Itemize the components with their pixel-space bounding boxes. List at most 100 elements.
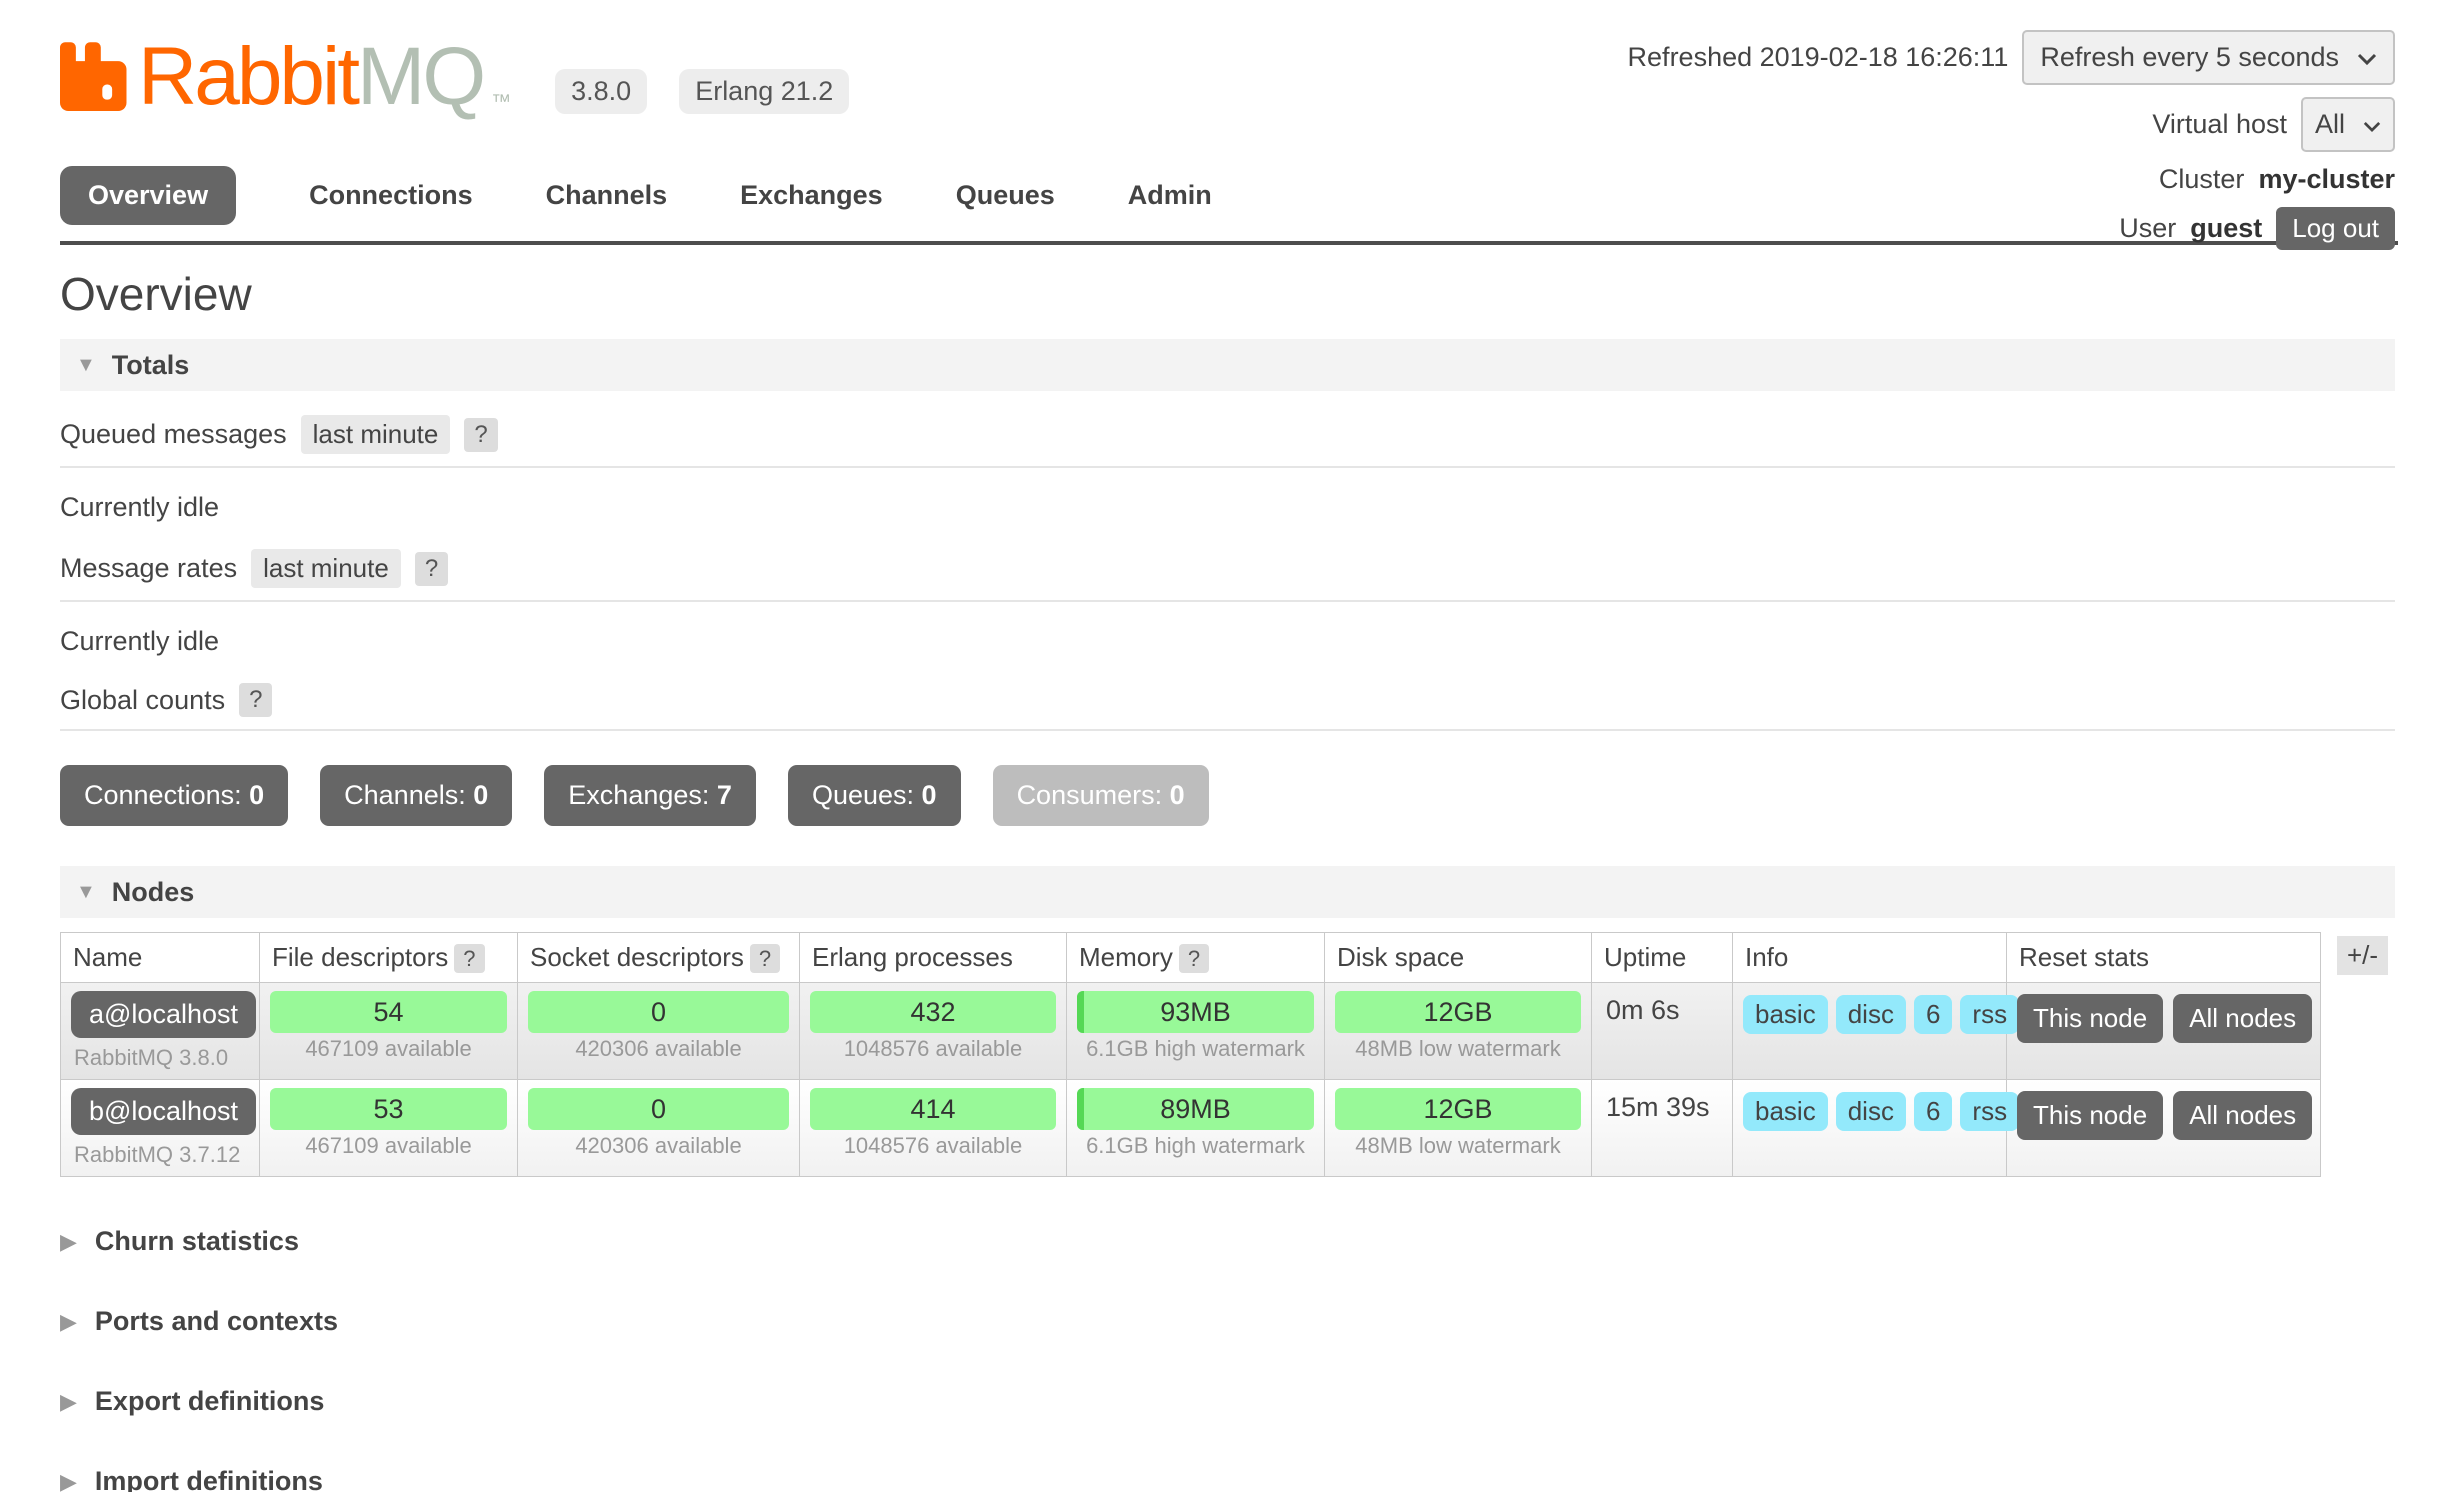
refresh-row: Refreshed 2019-02-18 16:26:11 Refresh ev… bbox=[1628, 30, 2395, 85]
socket-descriptors-bar: 0 bbox=[528, 991, 789, 1033]
help-icon[interactable]: ? bbox=[1179, 944, 1209, 973]
virtual-host-label: Virtual host bbox=[2152, 109, 2287, 140]
toggle-columns-button[interactable]: +/- bbox=[2337, 936, 2388, 975]
reset-this-node-button[interactable]: This node bbox=[2017, 994, 2163, 1043]
reset-all-nodes-button[interactable]: All nodes bbox=[2173, 1091, 2312, 1140]
tab-admin[interactable]: Admin bbox=[1128, 166, 1212, 225]
file-descriptors-bar: 53 bbox=[270, 1088, 507, 1130]
info-tag-disc: disc bbox=[1836, 1092, 1906, 1131]
collapse-triangle-icon: ▼ bbox=[76, 354, 96, 377]
file-descriptors-caption: 467109 available bbox=[270, 1133, 507, 1159]
cluster-label: Cluster bbox=[2159, 164, 2245, 195]
help-icon[interactable]: ? bbox=[454, 944, 484, 973]
main-content: Overview ▼ Totals Queued messages last m… bbox=[60, 267, 2395, 1492]
socket-descriptors-caption: 420306 available bbox=[528, 1036, 789, 1062]
help-icon[interactable]: ? bbox=[415, 552, 448, 586]
info-tag-rss: rss bbox=[1960, 995, 2019, 1034]
queued-messages-status: Currently idle bbox=[60, 492, 2395, 523]
virtual-host-row: Virtual host All bbox=[2152, 97, 2395, 152]
chevron-down-icon bbox=[2363, 109, 2381, 140]
col-file-descriptors: File descriptors? bbox=[260, 933, 518, 983]
exchanges-count-button[interactable]: Exchanges: 7 bbox=[544, 765, 756, 826]
message-rates-row: Message rates last minute ? bbox=[60, 549, 2395, 602]
session-panel: Refreshed 2019-02-18 16:26:11 Refresh ev… bbox=[1628, 30, 2395, 250]
consumers-count-button[interactable]: Consumers: 0 bbox=[993, 765, 1209, 826]
nodes-section-label: Nodes bbox=[112, 877, 195, 908]
col-reset-stats: Reset stats bbox=[2007, 933, 2321, 983]
file-descriptors-caption: 467109 available bbox=[270, 1036, 507, 1062]
expand-triangle-icon: ▶ bbox=[60, 1469, 77, 1492]
totals-section-label: Totals bbox=[112, 350, 190, 381]
rabbitmq-logo-icon bbox=[60, 41, 128, 118]
connections-count-button[interactable]: Connections: 0 bbox=[60, 765, 288, 826]
tab-channels[interactable]: Channels bbox=[546, 166, 668, 225]
refresh-interval-select[interactable]: Refresh every 5 seconds bbox=[2022, 30, 2395, 85]
churn-statistics-section[interactable]: ▶ Churn statistics bbox=[60, 1226, 2395, 1257]
disk-space-caption: 48MB low watermark bbox=[1335, 1133, 1581, 1159]
ports-and-contexts-section[interactable]: ▶ Ports and contexts bbox=[60, 1306, 2395, 1337]
chevron-down-icon bbox=[2357, 42, 2377, 73]
col-disk-space: Disk space bbox=[1325, 933, 1592, 983]
queues-count-button[interactable]: Queues: 0 bbox=[788, 765, 961, 826]
table-header-row: Name File descriptors? Socket descriptor… bbox=[61, 933, 2321, 983]
help-icon[interactable]: ? bbox=[464, 418, 497, 452]
memory-bar: 93MB bbox=[1077, 991, 1314, 1033]
import-definitions-section[interactable]: ▶ Import definitions bbox=[60, 1466, 2395, 1492]
collapse-triangle-icon: ▼ bbox=[76, 881, 96, 904]
uptime-value: 15m 39s bbox=[1592, 1080, 1733, 1177]
node-name-link[interactable]: b@localhost bbox=[71, 1088, 256, 1135]
col-uptime: Uptime bbox=[1592, 933, 1733, 983]
message-rates-label: Message rates bbox=[60, 553, 237, 584]
col-memory: Memory? bbox=[1067, 933, 1325, 983]
channels-count-button[interactable]: Channels: 0 bbox=[320, 765, 512, 826]
trademark-symbol: ™ bbox=[491, 91, 511, 114]
totals-section-header[interactable]: ▼ Totals bbox=[60, 339, 2395, 391]
col-info: Info bbox=[1733, 933, 2007, 983]
erlang-processes-bar: 432 bbox=[810, 991, 1056, 1033]
queued-messages-range-badge[interactable]: last minute bbox=[301, 415, 451, 454]
reset-this-node-button[interactable]: This node bbox=[2017, 1091, 2163, 1140]
rabbitmq-version-badge: 3.8.0 bbox=[555, 69, 647, 114]
global-counts-label: Global counts bbox=[60, 685, 225, 716]
erlang-version-badge: Erlang 21.2 bbox=[679, 69, 849, 114]
node-row-a: a@localhost RabbitMQ 3.8.0 54 467109 ava… bbox=[61, 983, 2321, 1080]
erlang-processes-bar: 414 bbox=[810, 1088, 1056, 1130]
node-row-b: b@localhost RabbitMQ 3.7.12 53 467109 av… bbox=[61, 1080, 2321, 1177]
tab-exchanges[interactable]: Exchanges bbox=[740, 166, 883, 225]
node-name-link[interactable]: a@localhost bbox=[71, 991, 256, 1038]
info-tag-cores: 6 bbox=[1914, 995, 1952, 1034]
user-row: User guest Log out bbox=[2119, 207, 2395, 250]
socket-descriptors-bar: 0 bbox=[528, 1088, 789, 1130]
reset-all-nodes-button[interactable]: All nodes bbox=[2173, 994, 2312, 1043]
expand-triangle-icon: ▶ bbox=[60, 1389, 77, 1415]
global-counts-buttons: Connections: 0 Channels: 0 Exchanges: 7 … bbox=[60, 765, 2395, 826]
tab-queues[interactable]: Queues bbox=[956, 166, 1055, 225]
col-socket-descriptors: Socket descriptors? bbox=[518, 933, 800, 983]
queued-messages-row: Queued messages last minute ? bbox=[60, 415, 2395, 468]
tab-connections[interactable]: Connections bbox=[309, 166, 473, 225]
tab-overview[interactable]: Overview bbox=[60, 166, 236, 225]
erlang-processes-caption: 1048576 available bbox=[810, 1036, 1056, 1062]
nodes-section-header[interactable]: ▼ Nodes bbox=[60, 866, 2395, 918]
memory-caption: 6.1GB high watermark bbox=[1077, 1036, 1314, 1062]
erlang-processes-caption: 1048576 available bbox=[810, 1133, 1056, 1159]
node-version: RabbitMQ 3.8.0 bbox=[74, 1045, 249, 1071]
rabbitmq-overview-page: RabbitMQ ™ 3.8.0 Erlang 21.2 Refreshed 2… bbox=[0, 0, 2458, 1492]
socket-descriptors-caption: 420306 available bbox=[528, 1133, 789, 1159]
help-icon[interactable]: ? bbox=[750, 944, 780, 973]
node-version: RabbitMQ 3.7.12 bbox=[74, 1142, 249, 1168]
help-icon[interactable]: ? bbox=[239, 683, 272, 717]
message-rates-range-badge[interactable]: last minute bbox=[251, 549, 401, 588]
queued-messages-label: Queued messages bbox=[60, 419, 287, 450]
page-title: Overview bbox=[60, 267, 2395, 321]
info-tags: basic disc 6 rss bbox=[1743, 995, 1996, 1034]
memory-bar: 89MB bbox=[1077, 1088, 1314, 1130]
memory-caption: 6.1GB high watermark bbox=[1077, 1133, 1314, 1159]
logout-button[interactable]: Log out bbox=[2276, 207, 2395, 250]
disk-space-bar: 12GB bbox=[1335, 991, 1581, 1033]
info-tag-basic: basic bbox=[1743, 1092, 1828, 1131]
virtual-host-select[interactable]: All bbox=[2301, 97, 2395, 152]
global-counts-row: Global counts ? bbox=[60, 683, 2395, 731]
cluster-row: Cluster my-cluster bbox=[2159, 164, 2395, 195]
export-definitions-section[interactable]: ▶ Export definitions bbox=[60, 1386, 2395, 1417]
